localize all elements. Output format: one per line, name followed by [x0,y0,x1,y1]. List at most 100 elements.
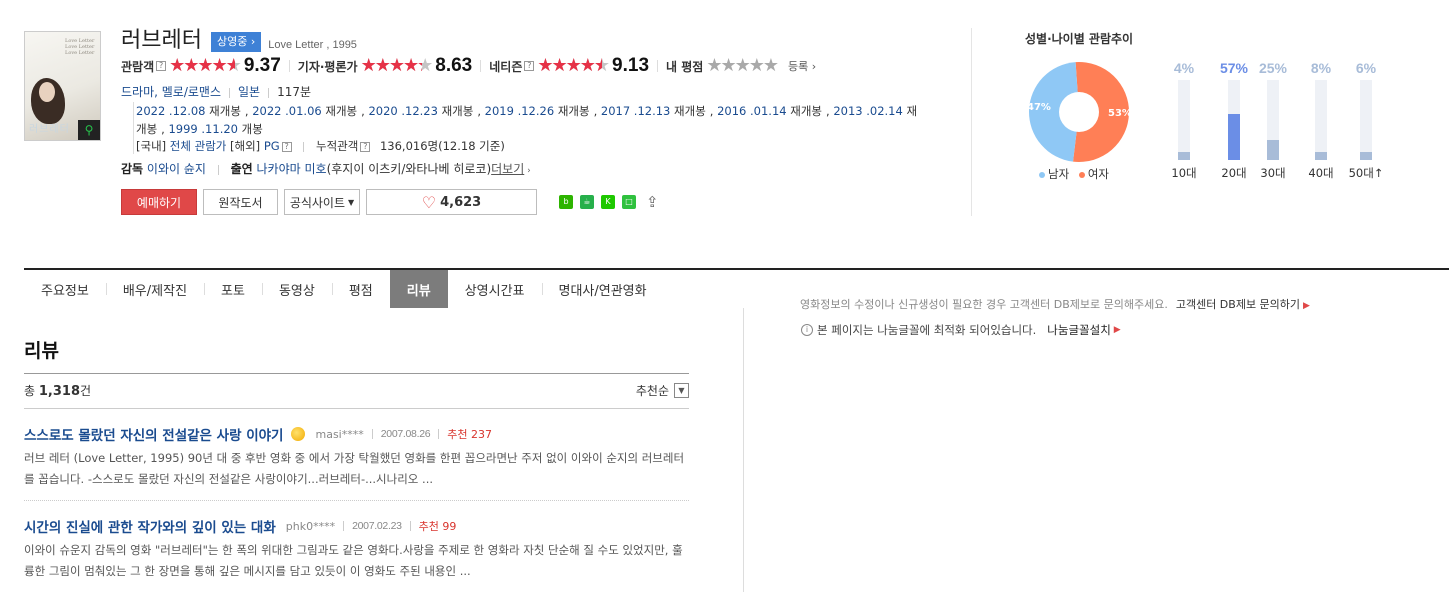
age-bar-track [1228,80,1240,160]
release-date-link[interactable]: 2016 .01.14 [717,104,787,118]
female-percent: 53% [1108,108,1132,119]
audience-rating-label: 관람객 [121,59,155,74]
review-sort[interactable]: 추천순 ▼ [636,382,689,399]
release-type: 재개봉 [790,104,822,118]
netizen-stars-fill: ★★★★★ [537,57,602,75]
divider [409,521,411,531]
age-column: 57% 20대 [1214,60,1254,181]
male-legend-dot [1039,171,1045,178]
more-cast-link[interactable]: 더보기 [491,162,524,176]
db-report-link[interactable]: 고객센터 DB제보 문의하기 [1176,298,1300,311]
zoom-icon[interactable]: ⚲ [78,120,100,140]
tab-2[interactable]: 배우/제작진 [105,270,204,308]
poster-script: Love Letter Love Letter Love Letter [65,38,95,56]
release-date-link[interactable]: 2019 .12.26 [485,104,555,118]
age-percent: 8% [1310,60,1332,76]
age-column: 6% 50대↑ [1346,60,1386,181]
help-icon[interactable]: ? [524,61,535,71]
audience-stars-fill: ★★★★★ [169,57,236,75]
cast-label: 출연 [230,162,253,176]
chevron-down-icon[interactable]: ▼ [674,383,689,398]
like-button[interactable]: ♡ 4,623 [366,189,537,215]
age-percent: 25% [1258,60,1288,76]
my-rating-label: 내 평점 [666,59,704,74]
status-badge[interactable]: 상영중 › [210,32,262,52]
age-label: 40대 [1308,166,1334,180]
like-count: 4,623 [440,194,482,210]
divider [657,60,659,72]
divider [303,141,305,152]
tab-5[interactable]: 평점 [331,270,390,308]
review-item: 시간의 진실에 관한 작가와의 깊이 있는 대화 phk0**** 2007.0… [24,516,689,582]
age-bar [1360,152,1372,160]
heart-icon: ♡ [421,192,437,212]
original-book-button[interactable]: 원작도서 [203,189,278,215]
release-date-link[interactable]: 2022 .01.06 [252,104,322,118]
blog-share-icon[interactable]: b [559,195,573,209]
review-title-link[interactable]: 시간의 진실에 관한 작가와의 깊이 있는 대화 [24,516,276,536]
age-bar [1267,139,1279,160]
divider [971,28,972,216]
cast-lead-link[interactable]: 나카야마 미호 [257,162,327,176]
movie-poster[interactable]: Love Letter Love Letter Love Letter 러브레터… [24,31,101,141]
info-icon: i [801,324,813,336]
release-date-link[interactable]: 1999 .11.20 [168,122,238,136]
review-total-count: 1,318 [38,384,80,399]
release-type: 개봉 [241,122,263,136]
help-icon[interactable]: ? [156,61,167,71]
female-legend-dot [1078,171,1085,178]
country-link[interactable]: 일본 [238,85,260,99]
movie-title: 러브레터 [121,28,202,53]
review-title-link[interactable]: 스스로도 몰랐던 자신의 전설같은 사랑 이야기 [24,424,283,444]
tab-6[interactable]: 리뷰 [389,270,448,308]
release-date-link[interactable]: 2020 .12.23 [368,104,438,118]
tab-8[interactable]: 명대사/연관영화 [541,270,664,308]
credits-row: 감독 이와이 슌지 출연 나카야마 미호(후지이 이츠키/와타나베 히로코)더보… [121,160,531,177]
director-link[interactable]: 이와이 슌지 [147,162,206,176]
release-type: 재개봉 [325,104,358,118]
foreign-grade[interactable]: PG [264,139,280,153]
male-legend-label: 남자 [1048,167,1070,181]
book-ticket-button[interactable]: 예매하기 [121,189,197,215]
divider [24,500,689,501]
help-icon[interactable]: ? [281,141,292,152]
netizen-score: 9.13 [612,55,650,76]
title-row: 러브레터 상영중 › Love Letter , 1995 [121,26,357,54]
release-type: 재개봉 [557,104,590,118]
release-date-link[interactable]: 2022 .12.08 [136,104,206,118]
official-site-button[interactable]: 공식사이트 ▼ [284,189,360,215]
help-icon[interactable]: ? [360,141,371,152]
tab-1[interactable]: 주요정보 [24,270,106,308]
db-report-text: 영화정보의 수정이나 신규생성이 필요한 경우 고객센터 DB제보로 문의해주세… [800,298,1168,311]
share-icons: b ☕ K □ ⇪ [559,193,659,211]
release-date-link[interactable]: 2017 .12.13 [601,104,671,118]
share-icon[interactable]: ⇪ [646,193,659,211]
band-share-icon[interactable]: K [601,195,615,209]
tab-4[interactable]: 동영상 [261,270,332,308]
release-type: 재개봉 [209,104,241,118]
audience-stars: ★★★★★ ★★★★★ [169,55,242,76]
domestic-grade[interactable]: 전체 관람가 [170,139,227,153]
arrow-right-icon: ▶ [1303,301,1310,311]
font-install-link[interactable]: 나눔글꼴설치 [1047,322,1110,338]
release-type: 재개봉 [674,104,706,118]
release-date-link[interactable]: 2013 .02.14 [833,104,903,118]
genre-link[interactable]: 드라마, 멜로/로맨스 [121,85,221,99]
release-type: 재개봉 [441,104,474,118]
audience-count-date: (12.18 기준) [438,139,505,153]
age-bar [1315,152,1327,160]
divider [743,308,744,592]
review-excerpt[interactable]: 이와이 슈운지 감독의 영화 "러브레터"는 한 폭의 위대한 그림과도 같은 … [24,540,689,582]
my-rating-stars[interactable]: ★★★★★ [706,57,779,75]
review-excerpt[interactable]: 러브 레터 (Love Letter, 1995) 90년 대 중 후반 영화 … [24,448,689,490]
bookmark-share-icon[interactable]: □ [622,195,636,209]
register-rating-link[interactable]: 등록 › [788,58,816,74]
separator: , [477,104,485,118]
review-total-suffix: 건 [80,384,92,398]
tab-7[interactable]: 상영시간표 [448,270,542,308]
cafe-share-icon[interactable]: ☕ [580,195,594,209]
medal-icon [291,427,306,441]
tab-3[interactable]: 포토 [204,270,262,308]
critic-score: 8.63 [435,55,473,76]
age-bar-track [1267,80,1279,160]
